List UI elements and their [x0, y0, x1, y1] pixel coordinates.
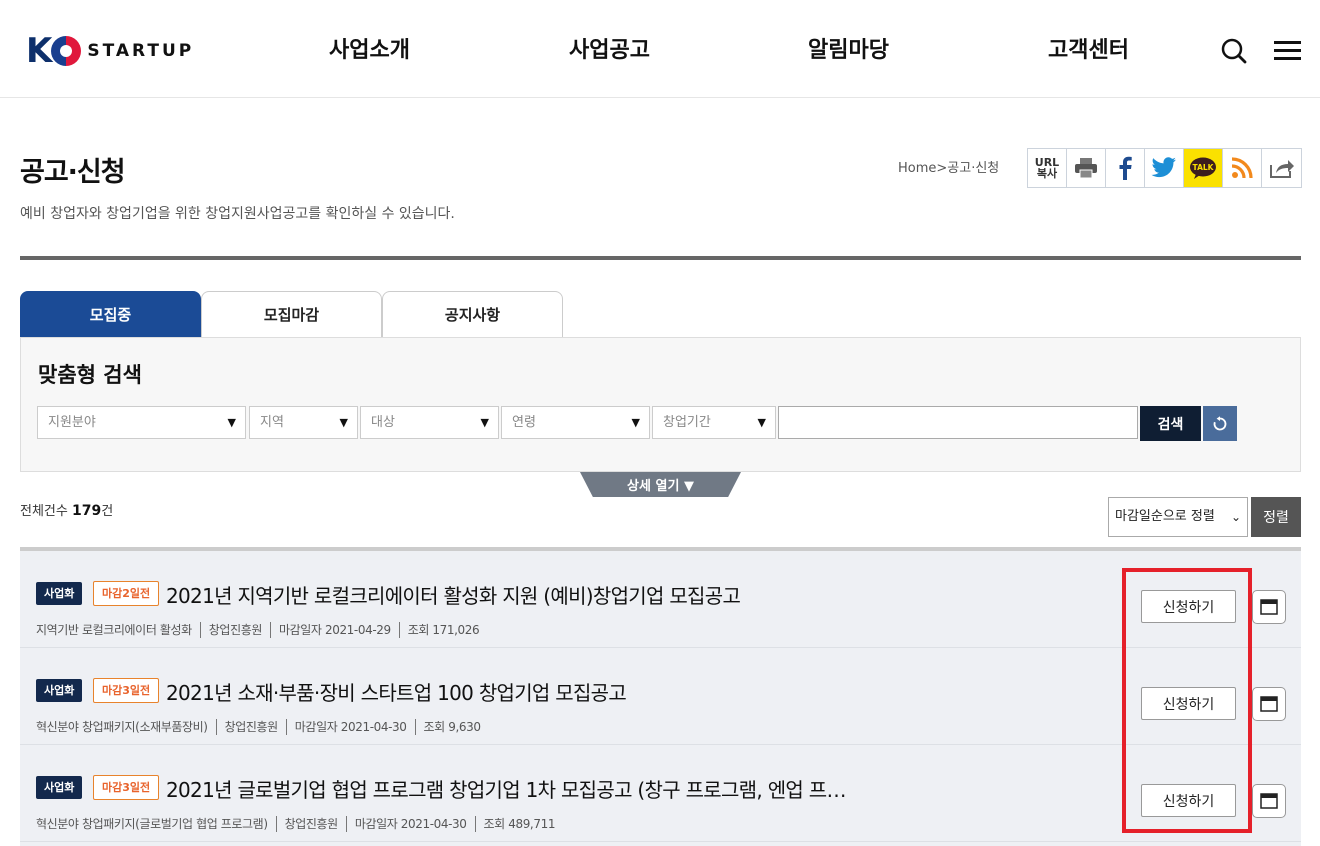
view-count: 조회 489,711 — [474, 816, 564, 832]
page-title: 공고·신청 — [20, 157, 126, 188]
announcement-list: 사업화 마감2일전 2021년 지역기반 로컬크리에이터 활성화 지원 (예비)… — [20, 547, 1301, 846]
category-badge: 사업화 — [36, 776, 83, 799]
custom-search-panel: 맞춤형 검색 지원분야 ▼ 지역 ▼ 대상 ▼ 연령 ▼ 창업기간 ▼ 검색 — [20, 337, 1301, 472]
url-copy-icon[interactable]: URL 복사 — [1028, 149, 1067, 187]
program-name: 혁신분야 창업패키지(글로벌기업 협업 프로그램) — [36, 817, 268, 831]
announcement-title[interactable]: 2021년 지역기반 로컬크리에이터 활성화 지원 (예비)창업기업 모집공고 — [166, 580, 741, 609]
search-title: 맞춤형 검색 — [38, 363, 142, 387]
category-badge: 사업화 — [36, 582, 83, 605]
url-copy-label: URL 복사 — [1034, 156, 1060, 180]
reset-icon[interactable] — [1203, 406, 1237, 441]
detail-open-toggle[interactable]: 상세 열기 ▼ — [580, 472, 741, 497]
filter-support-field-label: 지원분야 — [48, 415, 96, 430]
tab-recruiting[interactable]: 모집중 — [20, 291, 201, 337]
site-header: K STARTUP 사업소개 사업공고 알림마당 고객센터 — [0, 0, 1320, 98]
filter-region-label: 지역 — [260, 415, 284, 430]
announcement-meta: 혁신분야 창업패키지(소재부품장비) 창업진흥원 마감일자 2021-04-30… — [36, 719, 489, 735]
breadcrumb[interactable]: Home>공고·신청 — [898, 157, 999, 176]
title-divider — [20, 256, 1301, 260]
caret-down-icon: ▼ — [480, 416, 489, 429]
total-count-unit: 건 — [101, 504, 114, 519]
menu-icon[interactable] — [1273, 36, 1303, 66]
print-icon[interactable] — [1067, 149, 1106, 187]
view-count: 조회 9,630 — [414, 719, 489, 735]
facebook-icon[interactable] — [1106, 149, 1145, 187]
filter-startup-period[interactable]: 창업기간 ▼ — [652, 406, 776, 439]
tab-notice[interactable]: 공지사항 — [382, 291, 563, 337]
nav-item-about[interactable]: 사업소개 — [329, 36, 410, 66]
deadline-date: 마감일자 2021-04-30 — [285, 719, 415, 735]
nav-item-announcements[interactable]: 사업공고 — [569, 36, 650, 66]
view-count: 조회 171,026 — [398, 622, 488, 638]
caret-down-icon: ▼ — [631, 416, 640, 429]
organization: 창업진흥원 — [215, 719, 286, 735]
total-count: 전체건수 179건 — [20, 500, 113, 519]
deadline-date: 마감일자 2021-04-29 — [270, 622, 399, 638]
sort-order-select[interactable]: 마감일순으로 정렬 ⌄ — [1108, 497, 1248, 537]
caret-down-icon: ▼ — [339, 416, 348, 429]
announcement-meta: 지역기반 로컬크리에이터 활성화 창업진흥원 마감일자 2021-04-29 조… — [36, 622, 487, 638]
nav-item-notices[interactable]: 알림마당 — [808, 36, 889, 66]
caret-down-icon: ▼ — [757, 416, 766, 429]
total-count-label: 전체건수 — [20, 504, 68, 519]
chevron-down-icon: ⌄ — [1230, 510, 1241, 524]
sort-order-value: 마감일순으로 정렬 — [1115, 509, 1215, 524]
total-count-value: 179 — [71, 503, 102, 519]
announcement-title[interactable]: 2021년 글로벌기업 협업 프로그램 창업기업 1차 모집공고 (창구 프로그… — [166, 774, 846, 803]
filter-support-field[interactable]: 지원분야 ▼ — [37, 406, 246, 439]
program-name: 혁신분야 창업패키지(소재부품장비) — [36, 720, 208, 734]
filter-region[interactable]: 지역 ▼ — [249, 406, 358, 439]
filter-target-label: 대상 — [371, 415, 395, 430]
status-tabs: 모집중 모집마감 공지사항 — [20, 291, 563, 337]
organization: 창업진흥원 — [275, 816, 346, 832]
category-badge: 사업화 — [36, 679, 83, 702]
organization: 창업진흥원 — [199, 622, 270, 638]
sort-button[interactable]: 정렬 — [1251, 497, 1301, 537]
kakaotalk-icon[interactable]: TALK — [1184, 149, 1223, 187]
share-icon[interactable] — [1262, 149, 1301, 187]
filter-target[interactable]: 대상 ▼ — [360, 406, 499, 439]
rss-icon[interactable] — [1223, 149, 1262, 187]
window-icon[interactable] — [1252, 590, 1286, 624]
caret-down-icon: ▼ — [227, 416, 236, 429]
window-icon[interactable] — [1252, 687, 1286, 721]
announcement-title[interactable]: 2021년 소재·부품·장비 스타트업 100 창업기업 모집공고 — [166, 677, 627, 706]
deadline-badge: 마감3일전 — [93, 678, 160, 703]
tab-closed[interactable]: 모집마감 — [201, 291, 382, 337]
search-button[interactable]: 검색 — [1140, 406, 1201, 441]
nav-item-support[interactable]: 고객센터 — [1048, 36, 1129, 66]
apply-button[interactable]: 신청하기 — [1141, 590, 1236, 623]
kakaotalk-label: TALK — [1193, 163, 1215, 172]
filter-startup-period-label: 창업기간 — [663, 415, 711, 430]
search-icon[interactable] — [1219, 36, 1249, 66]
program-name: 지역기반 로컬크리에이터 활성화 — [36, 623, 192, 637]
deadline-date: 마감일자 2021-04-30 — [345, 816, 475, 832]
page-description: 예비 창업자와 창업기업을 위한 창업지원사업공고를 확인하실 수 있습니다. — [20, 206, 455, 222]
deadline-badge: 마감2일전 — [93, 581, 160, 606]
list-item: 사업화 마감3일전 2021년 소재·부품·장비 스타트업 100 창업기업 모… — [20, 648, 1301, 745]
list-item: 사업화 마감3일전 2021년 글로벌기업 협업 프로그램 창업기업 1차 모집… — [20, 745, 1301, 842]
keyword-search-input[interactable] — [778, 406, 1138, 439]
share-toolbar: URL 복사 TALK — [1027, 148, 1302, 188]
deadline-badge: 마감3일전 — [93, 775, 160, 800]
window-icon[interactable] — [1252, 784, 1286, 818]
announcement-meta: 혁신분야 창업패키지(글로벌기업 협업 프로그램) 창업진흥원 마감일자 202… — [36, 816, 563, 832]
filter-age-label: 연령 — [512, 415, 536, 430]
main-nav: 사업소개 사업공고 알림마당 고객센터 — [0, 36, 1320, 66]
list-item: 사업화 마감2일전 2021년 지역기반 로컬크리에이터 활성화 지원 (예비)… — [20, 551, 1301, 648]
filter-age[interactable]: 연령 ▼ — [501, 406, 650, 439]
twitter-icon[interactable] — [1145, 149, 1184, 187]
apply-button[interactable]: 신청하기 — [1141, 687, 1236, 720]
apply-button[interactable]: 신청하기 — [1141, 784, 1236, 817]
